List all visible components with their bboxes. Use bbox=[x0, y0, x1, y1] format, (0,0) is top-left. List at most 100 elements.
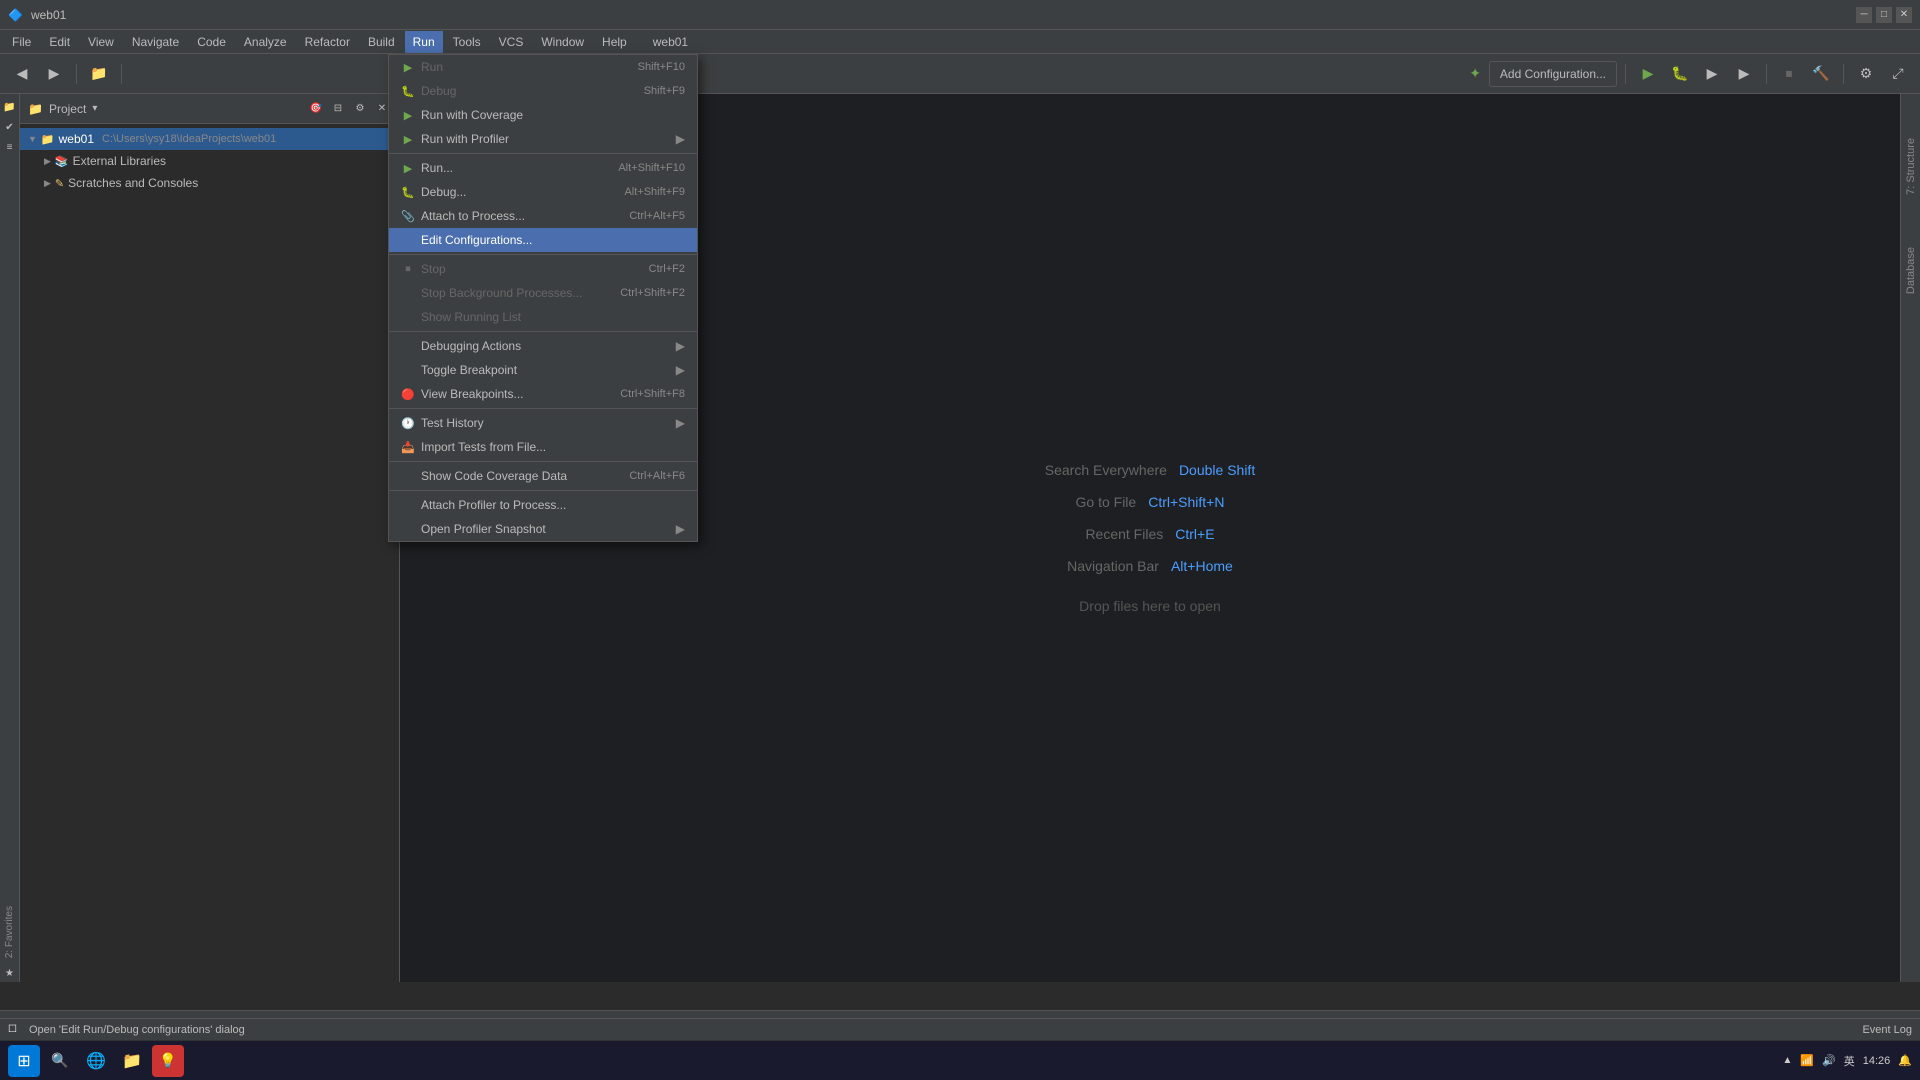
menu-run-profiler-label: Run with Profiler bbox=[421, 132, 509, 146]
menu-run-test-history[interactable]: 🕐 Test History ▶ bbox=[389, 411, 697, 435]
database-panel-label[interactable]: Database bbox=[1903, 243, 1919, 298]
app-icon: 🔷 bbox=[8, 8, 23, 22]
run-btn[interactable]: ▶ bbox=[1634, 60, 1662, 88]
menu-run-run-dialog-label: Run... bbox=[421, 161, 453, 175]
stop-btn[interactable]: ⏹ bbox=[1775, 60, 1803, 88]
project-header-title: Project bbox=[49, 102, 86, 116]
toolbar-back-btn[interactable]: ◀ bbox=[8, 60, 36, 88]
menu-tools[interactable]: Tools bbox=[445, 31, 489, 53]
project-locate-btn[interactable]: 🎯 bbox=[307, 100, 325, 118]
menu-run-test-history-left: 🕐 Test History bbox=[401, 416, 484, 430]
project-collapse-btn[interactable]: ⊟ bbox=[329, 100, 347, 118]
build-btn[interactable]: 🔨 bbox=[1807, 60, 1835, 88]
taskbar-arrow-icon[interactable]: ▲ bbox=[1782, 1055, 1792, 1066]
menu-run-run[interactable]: ▶ Run Shift+F10 bbox=[389, 55, 697, 79]
taskbar-notification[interactable]: 🔔 bbox=[1898, 1054, 1912, 1067]
menu-run-attach-profiler[interactable]: Attach Profiler to Process... bbox=[389, 493, 697, 517]
menu-run-debug-left: 🐛 Debug bbox=[401, 84, 456, 98]
menu-run-profiler[interactable]: ▶ Run with Profiler ▶ bbox=[389, 127, 697, 151]
menu-run-run-dialog-left: ▶ Run... bbox=[401, 161, 453, 175]
menu-run-attach[interactable]: 📎 Attach to Process... Ctrl+Alt+F5 bbox=[389, 204, 697, 228]
hint-search-text: Search Everywhere bbox=[1045, 462, 1167, 478]
taskbar-app[interactable]: 💡 bbox=[152, 1045, 184, 1077]
menu-run-view-bp[interactable]: 🔴 View Breakpoints... Ctrl+Shift+F8 bbox=[389, 382, 697, 406]
menu-vcs[interactable]: VCS bbox=[491, 31, 532, 53]
add-configuration-btn[interactable]: Add Configuration... bbox=[1489, 61, 1617, 87]
taskbar-search[interactable]: 🔍 bbox=[44, 1045, 76, 1077]
sidebar-structure-icon[interactable]: ≡ bbox=[1, 138, 19, 156]
sidebar-bookmark-icon[interactable]: ★ bbox=[1, 964, 19, 982]
menu-code[interactable]: Code bbox=[189, 31, 234, 53]
menu-window[interactable]: Window bbox=[533, 31, 592, 53]
menu-run-stop-label: Stop bbox=[421, 262, 446, 276]
menu-run-attach-profiler-label: Attach Profiler to Process... bbox=[421, 498, 566, 512]
menu-run-toggle-bp-label: Toggle Breakpoint bbox=[421, 363, 517, 377]
menu-run-debug-actions[interactable]: Debugging Actions ▶ bbox=[389, 334, 697, 358]
menu-run-open-profiler-label: Open Profiler Snapshot bbox=[421, 522, 546, 536]
menu-project-name[interactable]: web01 bbox=[645, 31, 696, 53]
menu-run-run-dialog[interactable]: ▶ Run... Alt+Shift+F10 bbox=[389, 156, 697, 180]
taskbar-explorer[interactable]: 📁 bbox=[116, 1045, 148, 1077]
toolbar: ◀ ▶ 📁 ✦ Add Configuration... ▶ 🐛 ▶ ▶ ⏹ 🔨… bbox=[0, 54, 1920, 94]
coverage-btn[interactable]: ▶ bbox=[1698, 60, 1726, 88]
menu-run-edit-configs[interactable]: Edit Configurations... bbox=[389, 228, 697, 252]
menu-run-import-tests[interactable]: 📥 Import Tests from File... bbox=[389, 435, 697, 459]
run-debug-icon: 🐛 bbox=[401, 84, 415, 98]
start-button[interactable]: ⊞ bbox=[8, 1045, 40, 1077]
event-log-status[interactable]: Event Log bbox=[1862, 1024, 1912, 1036]
tree-item-libraries[interactable]: ▶ 📚 External Libraries bbox=[20, 150, 399, 172]
taskbar-right: ▲ 📶 🔊 英 14:26 🔔 bbox=[1782, 1053, 1912, 1069]
settings-btn[interactable]: ⚙ bbox=[1852, 60, 1880, 88]
project-settings-btn[interactable]: ⚙ bbox=[351, 100, 369, 118]
taskbar-volume-icon: 🔊 bbox=[1822, 1054, 1836, 1067]
tree-item-scratches[interactable]: ▶ ✎ Scratches and Consoles bbox=[20, 172, 399, 194]
menu-file[interactable]: File bbox=[4, 31, 39, 53]
menu-refactor[interactable]: Refactor bbox=[297, 31, 358, 53]
menu-run-running-list-left: Show Running List bbox=[401, 310, 521, 324]
favorites-label[interactable]: 2: Favorites bbox=[2, 902, 17, 962]
expand-btn[interactable]: ⤢ bbox=[1884, 60, 1912, 88]
maximize-button[interactable]: □ bbox=[1876, 7, 1892, 23]
menu-run[interactable]: Run bbox=[405, 31, 443, 53]
menu-run-coverage-data-left: Show Code Coverage Data bbox=[401, 469, 567, 483]
menu-navigate[interactable]: Navigate bbox=[124, 31, 187, 53]
menu-run-profiler-left: ▶ Run with Profiler bbox=[401, 132, 509, 146]
status-right: Event Log bbox=[1862, 1024, 1912, 1036]
sidebar-project-icon[interactable]: 📁 bbox=[1, 98, 19, 116]
sidebar-commit-icon[interactable]: ✔ bbox=[1, 118, 19, 136]
run-open-profiler-icon bbox=[401, 522, 415, 536]
minimize-button[interactable]: ─ bbox=[1856, 7, 1872, 23]
taskbar-edge[interactable]: 🌐 bbox=[80, 1045, 112, 1077]
taskbar-network-icon: 📶 bbox=[1800, 1054, 1814, 1067]
menu-view[interactable]: View bbox=[80, 31, 122, 53]
menu-run-open-profiler[interactable]: Open Profiler Snapshot ▶ bbox=[389, 517, 697, 541]
debug-btn[interactable]: 🐛 bbox=[1666, 60, 1694, 88]
menu-run-coverage-data[interactable]: Show Code Coverage Data Ctrl+Alt+F6 bbox=[389, 464, 697, 488]
menu-run-toggle-bp[interactable]: Toggle Breakpoint ▶ bbox=[389, 358, 697, 382]
menu-run-stop-bg[interactable]: Stop Background Processes... Ctrl+Shift+… bbox=[389, 281, 697, 305]
project-dropdown-icon[interactable]: ▾ bbox=[92, 103, 97, 114]
libraries-label: External Libraries bbox=[73, 154, 166, 168]
toolbar-forward-btn[interactable]: ▶ bbox=[40, 60, 68, 88]
taskbar-left: ⊞ 🔍 🌐 📁 💡 bbox=[8, 1045, 1778, 1077]
drop-hint: Drop files here to open bbox=[1079, 598, 1221, 614]
hint-row-file: Go to File Ctrl+Shift+N bbox=[1076, 494, 1225, 510]
menu-run-running-list[interactable]: Show Running List bbox=[389, 305, 697, 329]
menu-edit[interactable]: Edit bbox=[41, 31, 78, 53]
close-button[interactable]: ✕ bbox=[1896, 7, 1912, 23]
tree-item-root[interactable]: ▼ 📁 web01 C:\Users\ysy18\IdeaProjects\we… bbox=[20, 128, 399, 150]
toolbar-folder-btn[interactable]: 📁 bbox=[85, 60, 113, 88]
menu-run-coverage[interactable]: ▶ Run with Coverage bbox=[389, 103, 697, 127]
windows-icon: ⊞ bbox=[17, 1051, 30, 1071]
menu-help[interactable]: Help bbox=[594, 31, 635, 53]
root-folder-icon: 📁 bbox=[41, 133, 55, 146]
profiler-btn[interactable]: ▶ bbox=[1730, 60, 1758, 88]
menu-run-debug[interactable]: 🐛 Debug Shift+F9 bbox=[389, 79, 697, 103]
menu-build[interactable]: Build bbox=[360, 31, 403, 53]
menu-analyze[interactable]: Analyze bbox=[236, 31, 295, 53]
project-header-folder-icon: 📁 bbox=[28, 102, 43, 116]
menu-run-debug-dialog[interactable]: 🐛 Debug... Alt+Shift+F9 bbox=[389, 180, 697, 204]
structure-panel-label[interactable]: 7: Structure bbox=[1903, 134, 1919, 199]
run-running-list-icon bbox=[401, 310, 415, 324]
menu-run-stop[interactable]: ⏹ Stop Ctrl+F2 bbox=[389, 257, 697, 281]
